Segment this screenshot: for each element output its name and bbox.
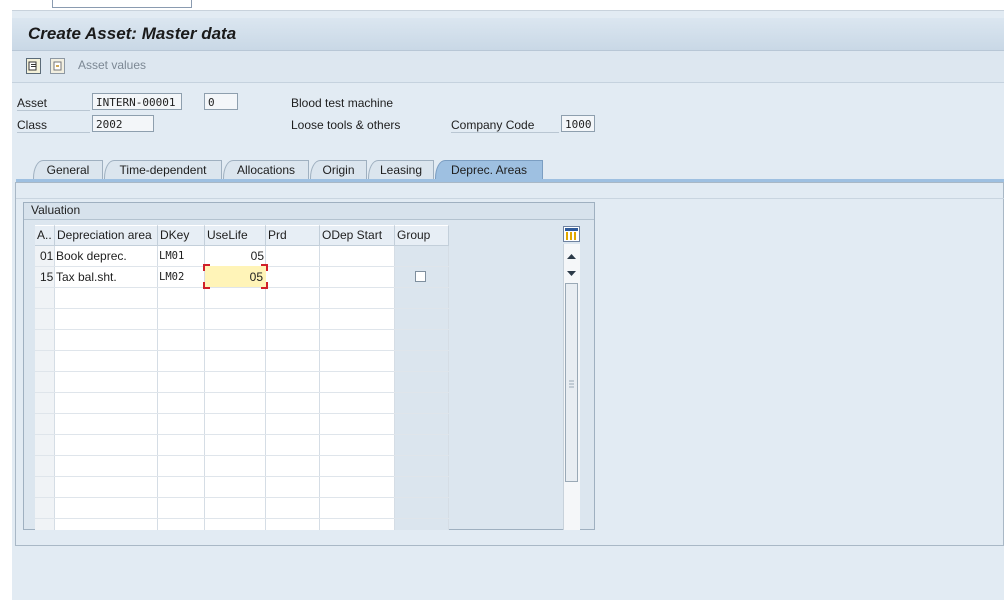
copy-asset-icon[interactable]	[50, 58, 65, 74]
asset-number-field[interactable]: INTERN-00001	[92, 93, 182, 110]
tab-leasing[interactable]: Leasing	[368, 160, 434, 179]
asset-values-button[interactable]: Asset values	[78, 58, 146, 72]
asset-label: Asset	[17, 96, 48, 110]
header-uselife[interactable]: UseLife	[205, 226, 266, 246]
application-toolbar: Asset values	[12, 51, 1004, 83]
class-label-underline	[17, 132, 90, 133]
create-asset-icon[interactable]	[26, 58, 41, 74]
header-area-no[interactable]: A..	[35, 226, 55, 246]
scroll-grip-icon	[569, 378, 574, 392]
cell-area-no: 01	[40, 249, 54, 263]
header-group[interactable]: Group	[395, 226, 449, 246]
class-label: Class	[17, 118, 48, 132]
valuation-group-header	[24, 203, 594, 220]
row-divider	[35, 413, 449, 414]
class-field[interactable]: 2002	[92, 115, 154, 132]
title-bar: Create Asset: Master data	[12, 18, 1004, 51]
company-code-field[interactable]: 1000	[561, 115, 595, 132]
company-code-underline	[451, 132, 559, 133]
cell-uselife[interactable]: 05	[206, 246, 264, 266]
cell-prd[interactable]	[267, 267, 319, 287]
tab-origin[interactable]: Origin	[310, 160, 367, 179]
row-divider	[35, 308, 449, 309]
tab-panel-divider	[16, 198, 1004, 199]
table-settings-icon[interactable]	[563, 226, 580, 242]
header-depreciation-area[interactable]: Depreciation area	[55, 226, 158, 246]
tab-time-dependent[interactable]: Time-dependent	[104, 160, 222, 179]
header-odep-start[interactable]: ODep Start	[320, 226, 395, 246]
header-prd[interactable]: Prd	[266, 226, 320, 246]
asset-description: Blood test machine	[291, 96, 394, 110]
left-gutter	[0, 10, 12, 600]
asset-label-underline	[17, 110, 90, 111]
row-divider	[35, 455, 449, 456]
scroll-down-icon[interactable]	[566, 267, 577, 281]
cell-dkey[interactable]: LM01	[159, 246, 184, 266]
focus-corner-marks	[203, 264, 268, 289]
row-divider	[35, 371, 449, 372]
tab-allocations[interactable]: Allocations	[223, 160, 309, 179]
cell-depreciation-area: Tax bal.sht.	[56, 270, 117, 284]
row-divider	[35, 518, 449, 519]
row-divider	[35, 329, 449, 330]
asset-subnumber-field[interactable]: 0	[204, 93, 238, 110]
row-divider	[35, 434, 449, 435]
class-description: Loose tools & others	[291, 118, 401, 132]
page-title: Create Asset: Master data	[28, 24, 237, 43]
row-divider	[35, 392, 449, 393]
row-divider	[35, 476, 449, 477]
cell-prd[interactable]	[267, 246, 319, 266]
cell-area-no: 15	[40, 270, 54, 284]
cell-odep-start[interactable]	[321, 246, 394, 266]
group-checkbox[interactable]	[415, 271, 426, 282]
scroll-up-icon[interactable]	[566, 249, 577, 263]
cell-depreciation-area: Book deprec.	[56, 249, 127, 263]
command-field[interactable]	[52, 0, 192, 8]
cell-odep-start[interactable]	[321, 267, 394, 287]
row-divider	[35, 350, 449, 351]
header-dkey[interactable]: DKey	[158, 226, 205, 246]
tab-deprec-areas[interactable]: Deprec. Areas	[435, 160, 543, 179]
valuation-title: Valuation	[31, 203, 81, 217]
row-divider	[35, 497, 449, 498]
cell-dkey[interactable]: LM02	[159, 267, 184, 287]
tab-general[interactable]: General	[33, 160, 103, 179]
company-code-label: Company Code	[451, 118, 535, 132]
